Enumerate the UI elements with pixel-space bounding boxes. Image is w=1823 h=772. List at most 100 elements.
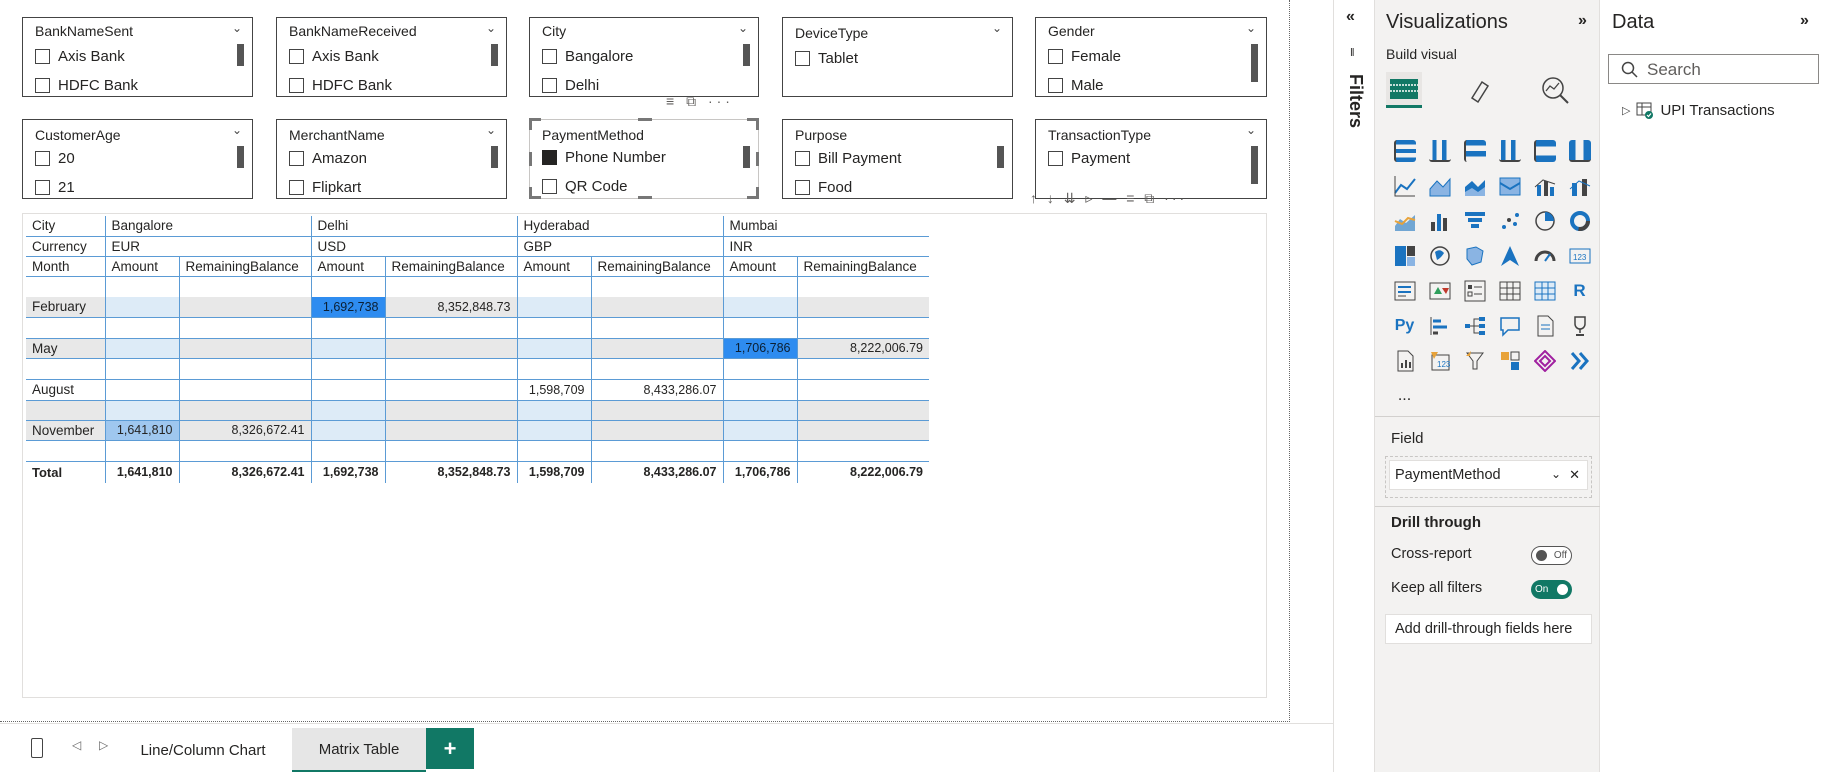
checkbox[interactable] xyxy=(542,78,557,93)
custom-visual-icon[interactable] xyxy=(1492,343,1527,378)
expand-next-level-icon[interactable]: ⇊ xyxy=(1064,190,1079,206)
field-pill[interactable]: PaymentMethod ⌄ ✕ xyxy=(1389,460,1588,490)
matrix-cell[interactable] xyxy=(384,420,517,441)
matrix-cell[interactable] xyxy=(178,379,311,401)
checkbox[interactable] xyxy=(289,49,304,64)
drill-through-field-well[interactable]: Add drill-through fields here xyxy=(1385,614,1592,644)
python-visual-icon[interactable]: Py xyxy=(1387,308,1422,343)
azure-map-icon[interactable] xyxy=(1492,238,1527,273)
checkbox[interactable] xyxy=(289,78,304,93)
matrix-cell[interactable] xyxy=(104,297,179,318)
total-cell[interactable]: 8,326,672.41 xyxy=(178,461,311,483)
matrix-cell[interactable] xyxy=(310,379,385,401)
add-page-button[interactable]: + xyxy=(426,728,474,769)
line-stacked-column-chart-icon[interactable] xyxy=(1562,168,1597,203)
table-row[interactable]: February 1,692,738 8,352,848.73 xyxy=(26,297,929,318)
matrix-cell[interactable] xyxy=(104,338,179,359)
filter-toggle-icon[interactable]: ‖ xyxy=(1350,47,1355,59)
scrollbar[interactable] xyxy=(997,146,1004,168)
cross-report-toggle[interactable]: Off xyxy=(1531,546,1572,565)
chevron-down-icon[interactable]: ⌄ xyxy=(1246,21,1256,35)
key-influencers-icon[interactable] xyxy=(1422,308,1457,343)
chevron-visual-icon[interactable] xyxy=(1562,343,1597,378)
chevron-down-icon[interactable]: ⌄ xyxy=(1246,123,1256,137)
more-options-icon[interactable]: ··· xyxy=(708,93,734,109)
slicer-gender[interactable]: Gender ⌄ Female Male xyxy=(1035,17,1267,97)
expand-filters-icon[interactable]: « xyxy=(1346,8,1355,26)
tab-matrix-table[interactable]: Matrix Table xyxy=(292,728,426,772)
chevron-down-icon[interactable]: ⌄ xyxy=(486,21,496,35)
column-header-city[interactable]: Mumbai xyxy=(722,216,929,237)
slicer-option[interactable]: HDFC Bank xyxy=(289,77,392,94)
mobile-layout-icon[interactable] xyxy=(31,738,43,758)
scrollbar[interactable] xyxy=(491,44,498,66)
matrix-cell[interactable] xyxy=(722,420,797,441)
tab-line-column-chart[interactable]: Line/Column Chart xyxy=(124,728,282,772)
more-visuals-icon[interactable]: ... xyxy=(1387,378,1422,413)
matrix-cell-highlighted[interactable]: 1,706,786 xyxy=(722,338,797,359)
treemap-icon[interactable] xyxy=(1387,238,1422,273)
slicer-purpose[interactable]: Purpose Bill Payment Food xyxy=(782,119,1013,199)
paginated-report-icon[interactable] xyxy=(1387,343,1422,378)
format-visual-tab[interactable] xyxy=(1462,72,1498,108)
column-header-measure[interactable]: RemainingBalance xyxy=(796,256,929,277)
scrollbar[interactable] xyxy=(743,146,750,168)
resize-handle[interactable] xyxy=(756,118,759,130)
checkbox[interactable] xyxy=(1048,78,1063,93)
column-header-currency[interactable]: USD xyxy=(310,236,517,257)
slicer-option[interactable]: QR Code xyxy=(542,178,628,195)
collapse-pane-icon[interactable]: » xyxy=(1578,12,1587,30)
column-header-city[interactable]: Hyderabad xyxy=(516,216,723,237)
checkbox-checked[interactable] xyxy=(542,150,557,165)
matrix-cell[interactable]: 8,433,286.07 xyxy=(590,379,723,401)
chevron-right-icon[interactable]: ▷ xyxy=(1622,104,1630,117)
focus-mode-icon[interactable]: ⧉ xyxy=(1144,190,1157,206)
total-cell[interactable]: 8,352,848.73 xyxy=(384,461,517,483)
matrix-cell[interactable] xyxy=(516,338,591,359)
stacked-area-chart-icon[interactable] xyxy=(1457,168,1492,203)
matrix-cell[interactable]: 8,326,672.41 xyxy=(178,420,311,441)
100-stacked-column-chart-icon[interactable] xyxy=(1562,133,1597,168)
slicer-option[interactable]: Axis Bank xyxy=(289,48,379,65)
checkbox[interactable] xyxy=(289,180,304,195)
matrix-cell-highlighted[interactable]: 1,641,810 xyxy=(104,420,179,441)
100-stacked-bar-chart-icon[interactable] xyxy=(1527,133,1562,168)
slicer-option[interactable]: HDFC Bank xyxy=(35,77,138,94)
hierarchy-icon[interactable]: ▹ xyxy=(1085,190,1095,206)
scrollbar[interactable] xyxy=(237,146,244,168)
scrollbar[interactable] xyxy=(1251,44,1258,82)
checkbox[interactable] xyxy=(795,180,810,195)
stacked-bar-chart-icon[interactable] xyxy=(1387,133,1422,168)
more-options-icon[interactable]: ··· xyxy=(1164,190,1187,206)
matrix-cell[interactable] xyxy=(796,379,929,401)
table-row[interactable]: November 1,641,810 8,326,672.41 xyxy=(26,420,929,441)
slicer-city[interactable]: City ⌄ Bangalore Delhi xyxy=(529,17,759,97)
next-page-icon[interactable]: ▷ xyxy=(99,738,108,752)
filter-icon[interactable]: ≡ xyxy=(1126,190,1137,206)
resize-handle[interactable] xyxy=(529,152,532,166)
keep-all-filters-toggle[interactable]: On xyxy=(1531,580,1572,599)
line-clustered-column-chart-icon[interactable] xyxy=(1527,168,1562,203)
row-header-month[interactable]: November xyxy=(26,420,105,441)
checkbox[interactable] xyxy=(289,151,304,166)
filled-map-icon[interactable] xyxy=(1457,238,1492,273)
smart-narrative-icon[interactable] xyxy=(1527,308,1562,343)
resize-handle[interactable] xyxy=(638,118,652,121)
column-header-measure[interactable]: Amount xyxy=(310,256,385,277)
slicer-option[interactable]: Phone Number xyxy=(542,149,666,166)
scrollbar[interactable] xyxy=(237,44,244,66)
chevron-down-icon[interactable]: ⌄ xyxy=(992,21,1002,35)
column-header-measure[interactable]: RemainingBalance xyxy=(590,256,723,277)
column-header-measure[interactable]: RemainingBalance xyxy=(178,256,311,277)
checkbox[interactable] xyxy=(1048,49,1063,64)
power-apps-icon[interactable]: 123 xyxy=(1422,343,1457,378)
slicer-option[interactable]: Food xyxy=(795,179,852,196)
column-header-measure[interactable]: Amount xyxy=(104,256,179,277)
table-icon[interactable] xyxy=(1492,273,1527,308)
matrix-cell[interactable] xyxy=(590,420,723,441)
table-row[interactable]: August 1,598,709 8,433,286.07 xyxy=(26,379,929,401)
card-icon[interactable]: 123 xyxy=(1562,238,1597,273)
total-cell[interactable]: 8,222,006.79 xyxy=(796,461,929,483)
donut-chart-icon[interactable] xyxy=(1562,203,1597,238)
clustered-bar-chart-icon[interactable] xyxy=(1457,133,1492,168)
